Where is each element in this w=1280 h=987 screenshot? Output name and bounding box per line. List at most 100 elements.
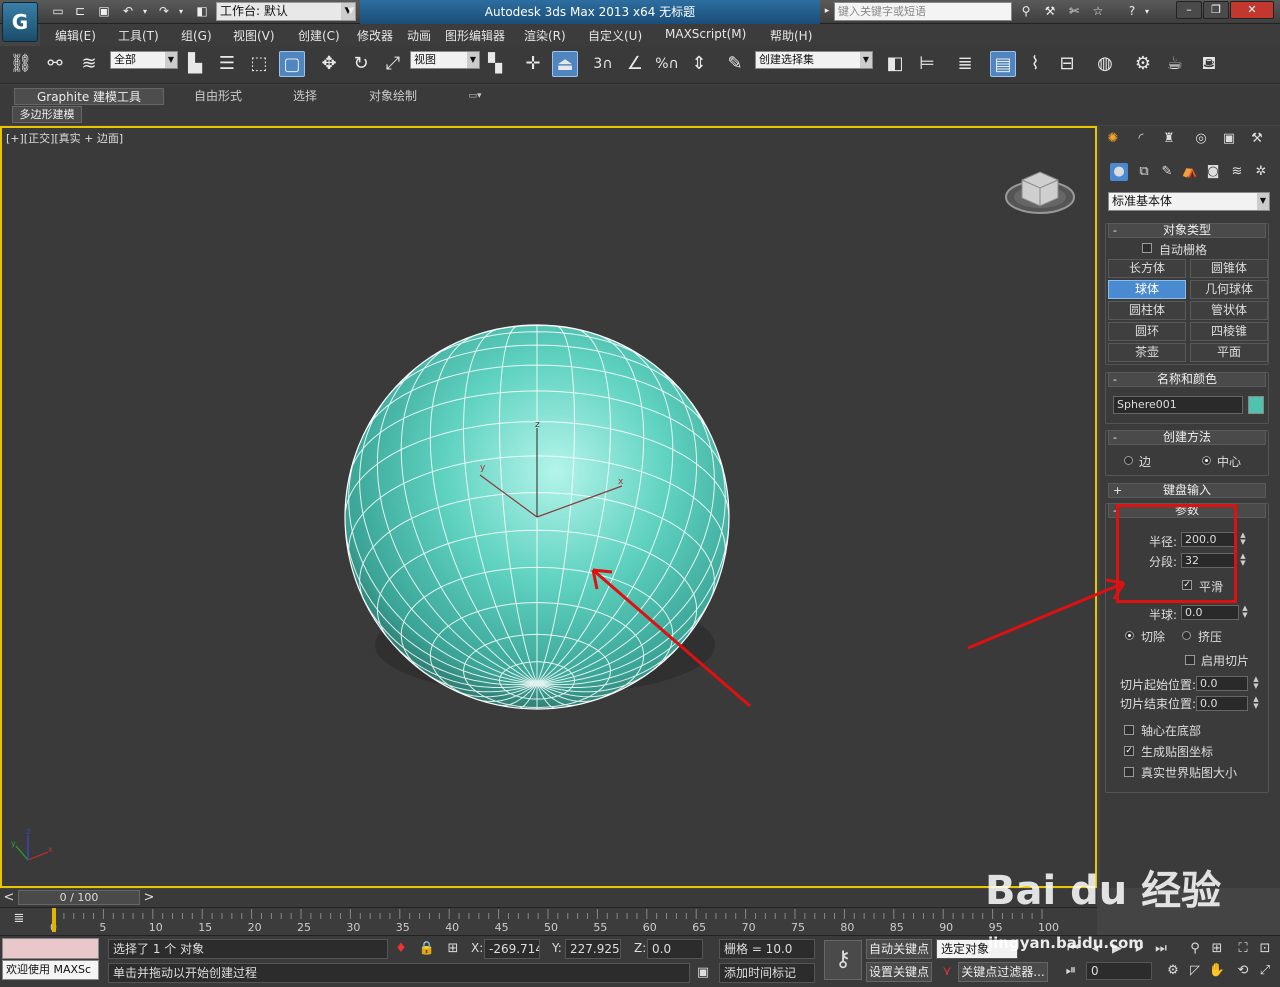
mirror-icon[interactable]: ◧ — [882, 51, 908, 77]
slice-on-checkbox[interactable] — [1185, 655, 1195, 665]
systems-icon[interactable]: ✲ — [1252, 163, 1270, 181]
select-and-move-icon[interactable]: ✥ — [316, 51, 342, 77]
helpers-icon[interactable]: ◙ — [1204, 163, 1222, 181]
expand-search-icon[interactable]: ▸ — [822, 4, 832, 19]
radius-spinner-icon[interactable]: ▲ ▼ — [1239, 532, 1247, 547]
app-logo-button[interactable]: G — [2, 2, 38, 42]
auto-key-button[interactable]: 自动关键点 — [866, 939, 932, 959]
torus-button[interactable]: 圆环 — [1108, 322, 1186, 341]
time-slider-next-icon[interactable]: > — [140, 889, 158, 906]
current-frame-marker[interactable] — [52, 908, 56, 932]
edge-radio[interactable] — [1124, 456, 1133, 465]
polygon-modeling-panel[interactable]: 多边形建模 — [12, 106, 82, 123]
maximize-button[interactable]: ❐ — [1203, 1, 1229, 19]
snaps-toggle-icon[interactable]: 3∩ — [590, 51, 616, 77]
named-selection-dropdown[interactable]: 创建选择集 ▼ — [755, 51, 873, 69]
plane-button[interactable]: 平面 — [1190, 343, 1268, 362]
open-file-icon[interactable]: ⊏ — [72, 4, 88, 19]
tube-button[interactable]: 管状体 — [1190, 301, 1268, 320]
menu-edit[interactable]: 编辑(E) — [55, 27, 96, 44]
selection-filter-dropdown[interactable]: 全部 ▼ — [110, 51, 178, 69]
favorites-icon[interactable]: ☆ — [1090, 4, 1106, 19]
tab-selection[interactable]: 选择 — [280, 88, 330, 105]
binoculars-icon[interactable]: ⚲ — [1018, 4, 1034, 19]
set-key-button[interactable]: 设置关键点 — [866, 962, 932, 982]
geometry-icon[interactable]: ● — [1110, 163, 1128, 181]
new-file-icon[interactable]: ▭ — [50, 4, 66, 19]
autogrid-checkbox[interactable] — [1142, 243, 1152, 253]
center-radio[interactable] — [1202, 456, 1211, 465]
bind-space-warp-icon[interactable]: ≋ — [76, 51, 102, 77]
pan-view-icon[interactable]: ✋ — [1208, 962, 1226, 980]
select-and-manipulate-icon[interactable]: ✛ — [520, 51, 546, 77]
selection-lock-icon[interactable]: 🔒 — [418, 940, 436, 958]
slice-from-input[interactable]: 0.0 — [1196, 676, 1248, 691]
save-file-icon[interactable]: ▣ — [96, 4, 112, 19]
sphere-button[interactable]: 球体 — [1108, 280, 1186, 299]
undo-icon[interactable]: ↶ — [120, 4, 136, 19]
select-and-scale-icon[interactable]: ⤢ — [380, 51, 406, 77]
space-warps-icon[interactable]: ≋ — [1228, 163, 1246, 181]
primitive-category-dropdown[interactable]: 标准基本体 ▼ — [1108, 192, 1270, 211]
maxscript-listener-mini[interactable] — [2, 938, 99, 959]
help-icon[interactable]: ? — [1124, 4, 1140, 19]
hemisphere-spinner-icon[interactable]: ▲ ▼ — [1241, 605, 1249, 620]
curve-editor-icon[interactable]: ⌇ — [1022, 51, 1048, 77]
field-of-view-icon[interactable]: ◸ — [1186, 962, 1204, 980]
menu-maxscript[interactable]: MAXScript(M) — [665, 27, 746, 41]
reference-coordinate-dropdown[interactable]: 视图 ▼ — [410, 51, 480, 69]
select-and-link-icon[interactable]: ⛓ — [8, 51, 34, 77]
maximize-viewport-icon[interactable]: ⤢ — [1256, 962, 1274, 980]
object-name-input[interactable]: Sphere001 — [1113, 396, 1243, 414]
modify-tab-icon[interactable]: ◜ — [1132, 130, 1150, 148]
edit-named-selections-icon[interactable]: ✎ — [722, 51, 748, 77]
rendered-frame-window-icon[interactable]: ☕ — [1162, 51, 1188, 77]
tab-freeform[interactable]: 自由形式 — [178, 88, 258, 105]
menu-group[interactable]: 组(G) — [181, 27, 212, 44]
motion-tab-icon[interactable]: ◎ — [1192, 130, 1210, 148]
squash-radio[interactable] — [1182, 631, 1191, 640]
set-key-mode-icon[interactable]: ⚷ — [824, 940, 862, 980]
time-slider-thumb[interactable]: 0 / 100 — [18, 890, 140, 905]
menu-create[interactable]: 创建(C) — [298, 27, 340, 44]
spinner-snap-icon[interactable]: ⇕ — [686, 51, 712, 77]
slice-to-input[interactable]: 0.0 — [1196, 696, 1248, 711]
communication-center-icon[interactable]: ✄ — [1066, 4, 1082, 19]
cone-button[interactable]: 圆锥体 — [1190, 259, 1268, 278]
align-icon[interactable]: ⊨ — [914, 51, 940, 77]
z-coord-input[interactable]: 0.0 — [647, 939, 703, 959]
goto-end-icon[interactable]: ⏭ — [1152, 940, 1170, 958]
menu-help[interactable]: 帮助(H) — [770, 27, 812, 44]
select-and-rotate-icon[interactable]: ↻ — [348, 51, 374, 77]
menu-customize[interactable]: 自定义(U) — [588, 27, 642, 44]
slice-to-spinner-icon[interactable]: ▲ ▼ — [1252, 696, 1260, 711]
menu-rendering[interactable]: 渲染(R) — [524, 27, 566, 44]
schematic-view-icon[interactable]: ⊟ — [1054, 51, 1080, 77]
teapot-button[interactable]: 茶壶 — [1108, 343, 1186, 362]
zoom-extents-all-icon[interactable]: ⊡ — [1256, 940, 1274, 958]
x-coord-input[interactable]: -269.714 — [484, 939, 540, 959]
ribbon-options-icon[interactable]: ▭▾ — [460, 88, 490, 105]
pyramid-button[interactable]: 四棱锥 — [1190, 322, 1268, 341]
y-coord-input[interactable]: 227.925 — [565, 939, 621, 959]
pivot-center-icon[interactable]: ▚ — [482, 51, 508, 77]
maxscript-welcome[interactable]: 欢迎使用 MAXSc — [2, 960, 99, 980]
geosphere-button[interactable]: 几何球体 — [1190, 280, 1268, 299]
percent-snap-icon[interactable]: %∩ — [654, 51, 680, 77]
orbit-icon[interactable]: ⟲ — [1234, 962, 1252, 980]
menu-graph-editors[interactable]: 图形编辑器 — [445, 27, 505, 44]
shapes-icon[interactable]: ⧉ — [1135, 163, 1153, 181]
absolute-mode-icon[interactable]: ⊞ — [444, 940, 462, 958]
tab-object-paint[interactable]: 对象绘制 — [356, 88, 430, 105]
menu-animation[interactable]: 动画 — [407, 27, 431, 44]
close-button[interactable]: ✕ — [1230, 1, 1274, 19]
key-mode-toggle-icon[interactable]: ⏯ — [1062, 962, 1080, 980]
zoom-icon[interactable]: ⚲ — [1186, 940, 1204, 958]
search-input[interactable]: 键入关键字或短语 — [834, 2, 1012, 21]
window-crossing-icon[interactable]: ▢ — [279, 51, 305, 77]
minimize-button[interactable]: – — [1176, 1, 1202, 19]
hierarchy-tab-icon[interactable]: ♜ — [1160, 130, 1178, 148]
utilities-tab-icon[interactable]: ⚒ — [1248, 130, 1266, 148]
select-object-icon[interactable]: ▙ — [182, 51, 208, 77]
zoom-all-icon[interactable]: ⊞ — [1208, 940, 1226, 958]
